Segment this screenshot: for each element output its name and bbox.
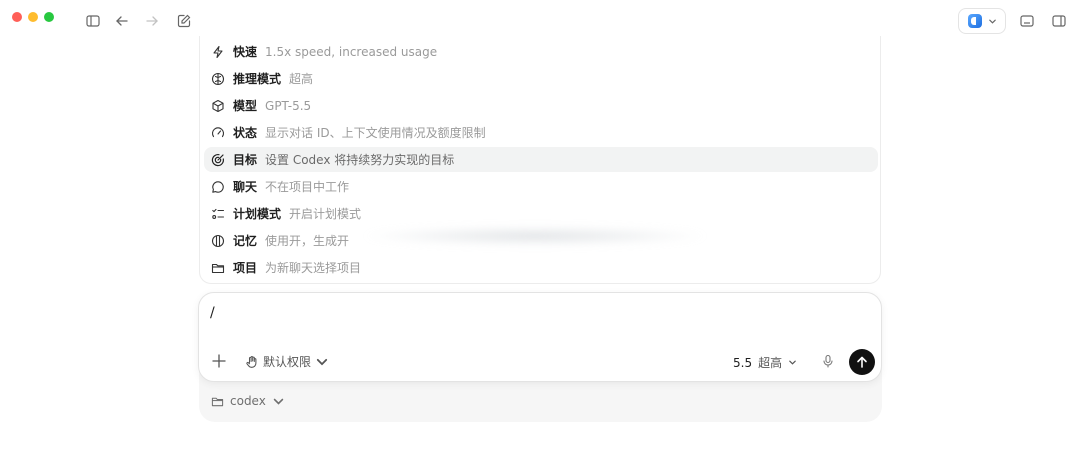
reasoning-level: 超高 bbox=[758, 356, 783, 370]
cube-icon bbox=[211, 99, 225, 113]
finder-app-icon bbox=[967, 14, 982, 28]
new-chat-edit-icon[interactable] bbox=[176, 13, 192, 29]
back-arrow-icon[interactable] bbox=[114, 13, 130, 29]
chat-bubble-icon bbox=[211, 180, 225, 194]
minimize-window-button[interactable] bbox=[28, 12, 38, 22]
menu-item-label: 模型 bbox=[233, 99, 258, 113]
memory-icon bbox=[211, 234, 225, 248]
lightning-icon bbox=[211, 45, 225, 59]
window-controls bbox=[12, 12, 54, 22]
project-selector[interactable]: codex bbox=[211, 394, 285, 408]
menu-item-goal[interactable]: 目标 设置 Codex 将持续努力实现的目标 bbox=[204, 147, 878, 172]
menu-item-description: GPT-5.5 bbox=[265, 98, 312, 113]
menu-item-label: 项目 bbox=[233, 261, 258, 275]
open-in-app-button[interactable] bbox=[958, 8, 1006, 34]
sidebar-toggle-icon[interactable] bbox=[85, 13, 101, 29]
zoom-window-button[interactable] bbox=[44, 12, 54, 22]
chevron-down-icon bbox=[988, 19, 996, 24]
model-selector[interactable]: 5.5 超高 bbox=[733, 354, 797, 371]
menu-item-description: 显示对话 ID、上下文使用情况及额度限制 bbox=[265, 126, 486, 140]
menu-item-description: 超高 bbox=[289, 72, 314, 86]
microphone-icon[interactable] bbox=[821, 354, 835, 368]
menu-item-label: 计划模式 bbox=[233, 207, 282, 221]
brain-icon bbox=[211, 72, 225, 86]
forward-arrow-icon[interactable] bbox=[144, 13, 160, 29]
permission-label: 默认权限 bbox=[263, 355, 312, 369]
menu-item-description: 开启计划模式 bbox=[289, 207, 362, 221]
menu-item-description: 使用开，生成开 bbox=[265, 234, 350, 248]
project-name: codex bbox=[230, 394, 266, 408]
menu-item-label: 记忆 bbox=[233, 234, 258, 248]
gauge-icon bbox=[211, 126, 225, 140]
menu-item-description: 不在项目中工作 bbox=[265, 180, 350, 194]
menu-item-model[interactable]: 模型 GPT-5.5 bbox=[204, 93, 878, 118]
menu-item-label: 状态 bbox=[233, 126, 258, 140]
menu-item-fast[interactable]: 快速 1.5x speed, increased usage bbox=[204, 39, 878, 64]
permission-selector[interactable]: 默认权限 bbox=[245, 353, 329, 370]
app-window: 快速 1.5x speed, increased usage 推理模式 超高 模… bbox=[0, 0, 1080, 465]
message-input[interactable]: / bbox=[210, 305, 215, 321]
menu-item-chat[interactable]: 聊天 不在项目中工作 bbox=[204, 174, 878, 199]
chevron-down-icon bbox=[789, 360, 796, 365]
menu-item-description: 1.5x speed, increased usage bbox=[265, 44, 438, 59]
menu-item-plan-mode[interactable]: 计划模式 开启计划模式 bbox=[204, 201, 878, 226]
menu-item-label: 推理模式 bbox=[233, 72, 282, 86]
chevron-down-icon bbox=[316, 358, 328, 365]
menu-item-status[interactable]: 状态 显示对话 ID、上下文使用情况及额度限制 bbox=[204, 120, 878, 145]
send-button[interactable] bbox=[849, 349, 875, 375]
hand-icon bbox=[246, 355, 257, 368]
folder-icon bbox=[211, 397, 224, 406]
target-icon bbox=[211, 153, 225, 167]
message-composer[interactable]: / 默认权限 5.5 超高 bbox=[198, 292, 882, 382]
menu-item-label: 目标 bbox=[233, 153, 258, 167]
menu-item-description: 设置 Codex 将持续努力实现的目标 bbox=[265, 153, 455, 167]
menu-item-description: 为新聊天选择项目 bbox=[265, 261, 362, 275]
add-attachment-plus-icon[interactable] bbox=[211, 353, 227, 369]
menu-item-label: 快速 bbox=[233, 45, 258, 59]
right-panel-toggle-icon[interactable] bbox=[1051, 13, 1067, 29]
blurred-background-text bbox=[360, 226, 710, 246]
folder-icon bbox=[211, 261, 225, 275]
menu-item-project[interactable]: 项目 为新聊天选择项目 bbox=[204, 255, 878, 280]
close-window-button[interactable] bbox=[12, 12, 22, 22]
menu-item-reasoning[interactable]: 推理模式 超高 bbox=[204, 66, 878, 91]
model-version: 5.5 bbox=[733, 355, 753, 370]
arrow-up-icon bbox=[857, 356, 867, 368]
menu-item-label: 聊天 bbox=[233, 180, 258, 194]
checklist-icon bbox=[211, 207, 225, 221]
terminal-panel-icon[interactable] bbox=[1019, 13, 1035, 29]
slash-command-menu: 快速 1.5x speed, increased usage 推理模式 超高 模… bbox=[199, 36, 881, 284]
chevron-down-icon bbox=[273, 398, 284, 405]
